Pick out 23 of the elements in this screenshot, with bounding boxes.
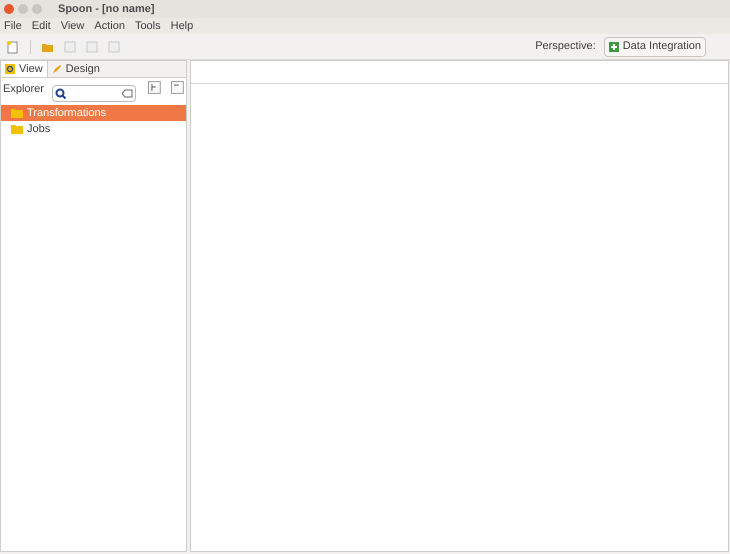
clear-icon[interactable] [122, 89, 134, 98]
magnifier-icon [5, 64, 15, 74]
explorer-label: Explorer [3, 82, 44, 97]
plus-icon [608, 42, 619, 52]
close-icon[interactable] [4, 4, 14, 14]
search-field[interactable] [52, 85, 136, 102]
expand-all-icon[interactable] [148, 81, 162, 94]
search-icon [54, 88, 67, 100]
pencil-icon [52, 64, 62, 74]
menu-item[interactable]: Help [170, 18, 194, 34]
menu-item[interactable]: File [4, 18, 22, 34]
window-title: Spoon - [no name] [58, 2, 155, 17]
perspective-button[interactable]: Data Integration [604, 36, 706, 56]
tree-item[interactable]: Jobs [1, 121, 186, 137]
menu-item[interactable]: View [60, 18, 84, 34]
menu-item[interactable]: Edit [32, 18, 51, 34]
folder-icon [11, 108, 23, 118]
menu-item[interactable]: Action [94, 18, 125, 34]
collapse-all-icon[interactable] [171, 81, 184, 94]
perspective-label: Perspective: [535, 39, 596, 54]
tab[interactable]: View [1, 61, 48, 77]
menu-item[interactable]: Tools [134, 18, 161, 34]
folder-icon [11, 124, 23, 134]
